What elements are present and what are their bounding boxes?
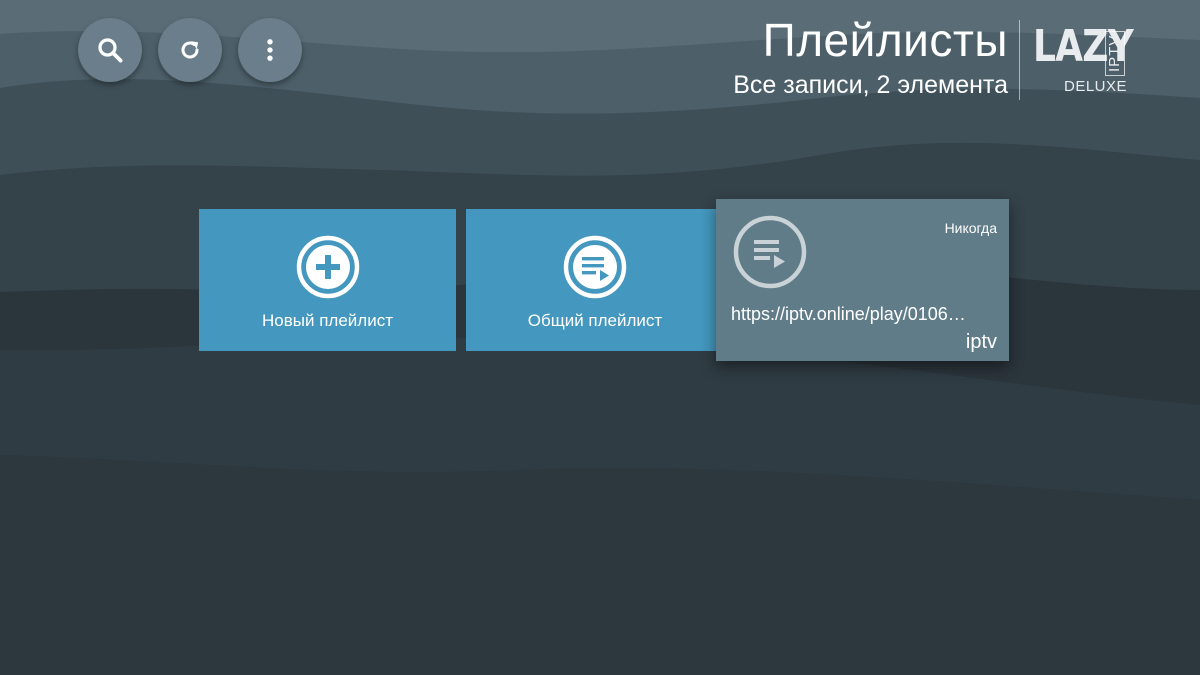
playlist-updated: Никогда (944, 220, 997, 236)
playlist-url: https://iptv.online/play/0106… (731, 304, 966, 324)
logo-edition: DELUXE (1064, 78, 1128, 95)
app-logo: LAZY IPTV DELUXE (1033, 22, 1134, 98)
more-options-button[interactable] (238, 18, 302, 82)
search-button[interactable] (78, 18, 142, 82)
page-title: Плейлисты (762, 14, 1008, 66)
more-vertical-icon (267, 39, 273, 61)
common-playlist-label: Общий плейлист (527, 311, 663, 330)
playlists-screen: Плейлисты Все записи, 2 элемента LAZY IP… (0, 0, 1200, 675)
playlist-name: iptv (965, 331, 997, 353)
playlist-icon (733, 215, 807, 289)
refresh-button[interactable] (158, 18, 222, 82)
refresh-icon (181, 41, 199, 59)
new-playlist-card[interactable]: Новый плейлист (199, 209, 456, 351)
logo-iptv: IPTV (1105, 30, 1125, 76)
toolbar (78, 18, 302, 82)
header: Плейлисты Все записи, 2 элемента (733, 14, 1008, 102)
common-playlist-card[interactable]: Общий плейлист (466, 209, 724, 351)
search-icon (98, 38, 123, 63)
new-playlist-label: Новый плейлист (262, 311, 393, 330)
header-divider (1019, 20, 1020, 100)
page-subtitle: Все записи, 2 элемента (733, 71, 1008, 99)
playlist-card-iptv[interactable]: Никогда https://iptv.online/play/0106… i… (716, 199, 1009, 361)
add-circle-icon (296, 235, 360, 299)
playlist-icon (563, 235, 627, 299)
